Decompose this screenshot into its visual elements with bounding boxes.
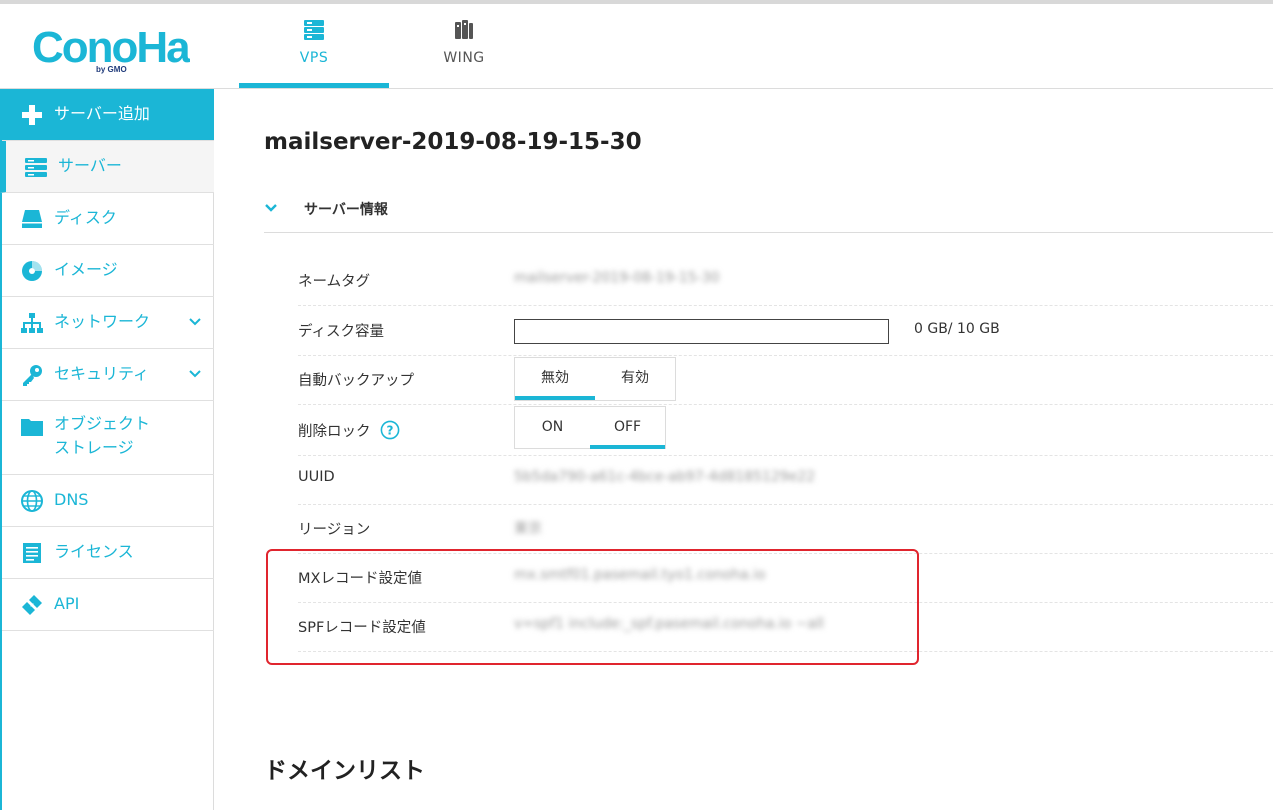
info-row-uuid: UUID 5b5da790-a61c-4bce-ab97-4d8185129e2… [298, 455, 1273, 505]
wing-server-icon [455, 20, 473, 39]
sidebar-item-object-storage[interactable]: オブジェクト ストレージ [2, 401, 214, 475]
sidebar-item-label: セキュリティ [54, 364, 150, 383]
sidebar-item-label-line1: オブジェクト [54, 414, 151, 433]
sidebar-item-api[interactable]: API [2, 579, 214, 631]
backup-toggle: 無効 有効 [514, 357, 676, 401]
sidebar-item-add-server[interactable]: サーバー追加 [2, 89, 214, 141]
page-title: mailserver-2019-08-19-15-30 [264, 129, 642, 155]
lock-on-option[interactable]: ON [515, 407, 590, 449]
info-row-region: リージョン 東京 [298, 504, 1273, 554]
backup-label: 自動バックアップ [298, 373, 414, 389]
image-disc-icon [22, 261, 42, 281]
disk-usage-bar [514, 319, 889, 344]
backup-enabled-option[interactable]: 有効 [595, 358, 675, 400]
sidebar-item-label: イメージ [54, 260, 118, 279]
sidebar-item-label: DNS [54, 490, 89, 509]
license-icon [23, 543, 41, 563]
server-stack-icon [304, 20, 324, 40]
sidebar-item-label: ネットワーク [54, 312, 151, 331]
sidebar: サーバー追加 サーバー ディスク イメージ ネットワーク セキュリティ オブジェ… [0, 89, 214, 810]
backup-disabled-option[interactable]: 無効 [515, 358, 595, 400]
tab-vps-label: VPS [299, 50, 329, 66]
tab-wing[interactable]: WING [389, 4, 539, 88]
domain-list-title: ドメインリスト [264, 758, 425, 784]
uuid-label: UUID [298, 469, 335, 485]
globe-icon [21, 490, 43, 512]
server-info-section-toggle[interactable]: サーバー情報 [264, 189, 1273, 233]
sidebar-item-network[interactable]: ネットワーク [2, 297, 214, 349]
sidebar-item-label: サーバー追加 [54, 104, 150, 123]
section-title: サーバー情報 [304, 202, 388, 218]
chevron-down-icon[interactable] [188, 367, 202, 381]
network-icon [21, 313, 43, 333]
sidebar-item-label: ディスク [54, 208, 117, 227]
help-icon[interactable]: ? [380, 420, 400, 440]
main-content: mailserver-2019-08-19-15-30 サーバー情報 ネームタグ… [214, 89, 1273, 810]
nametag-value[interactable]: mailserver-2019-08-19-15-30 [514, 270, 720, 286]
sidebar-item-label: ライセンス [54, 542, 134, 561]
chevron-down-icon [265, 204, 277, 212]
disk-icon [22, 210, 42, 228]
plus-icon [22, 105, 42, 125]
sidebar-item-dns[interactable]: DNS [2, 475, 214, 527]
uuid-value[interactable]: 5b5da790-a61c-4bce-ab97-4d8185129e22 [514, 469, 815, 485]
server-icon [25, 158, 47, 177]
disk-label: ディスク容量 [298, 324, 384, 340]
sidebar-item-license[interactable]: ライセンス [2, 527, 214, 579]
key-icon [23, 365, 42, 386]
info-row-disk: ディスク容量 0 GB/ 10 GB [298, 306, 1273, 356]
info-row-backup: 自動バックアップ 無効 有効 [298, 355, 1273, 405]
sidebar-item-label: サーバー [58, 156, 122, 175]
top-header: ConoHa by GMO VPS WING [0, 4, 1273, 89]
sidebar-item-label: API [54, 594, 80, 613]
tab-vps[interactable]: VPS [239, 4, 389, 88]
region-label: リージョン [298, 522, 371, 538]
disk-usage-text: 0 GB/ 10 GB [914, 321, 1000, 337]
sidebar-item-server[interactable]: サーバー [0, 141, 214, 193]
lock-off-option[interactable]: OFF [590, 407, 665, 449]
info-row-delete-lock: 削除ロック ? ON OFF [298, 406, 1273, 456]
region-value: 東京 [514, 521, 542, 537]
sidebar-item-label-line2: ストレージ [54, 438, 134, 457]
highlight-box [266, 549, 919, 665]
sidebar-item-security[interactable]: セキュリティ [2, 349, 214, 401]
sidebar-item-disk[interactable]: ディスク [2, 193, 214, 245]
delete-lock-label: 削除ロック [298, 424, 371, 440]
svg-text:?: ? [387, 424, 394, 438]
chevron-down-icon[interactable] [188, 315, 202, 329]
sidebar-item-label: オブジェクト ストレージ [54, 412, 150, 460]
info-row-nametag: ネームタグ mailserver-2019-08-19-15-30 [298, 256, 1273, 306]
tab-wing-label: WING [443, 50, 485, 66]
api-plug-icon [22, 595, 42, 615]
svg-text:by GMO: by GMO [96, 65, 127, 74]
sidebar-item-image[interactable]: イメージ [2, 245, 214, 297]
conoha-logo[interactable]: ConoHa by GMO [30, 20, 190, 76]
nametag-label: ネームタグ [298, 274, 371, 290]
folder-icon [21, 419, 43, 436]
delete-lock-toggle: ON OFF [514, 406, 666, 449]
